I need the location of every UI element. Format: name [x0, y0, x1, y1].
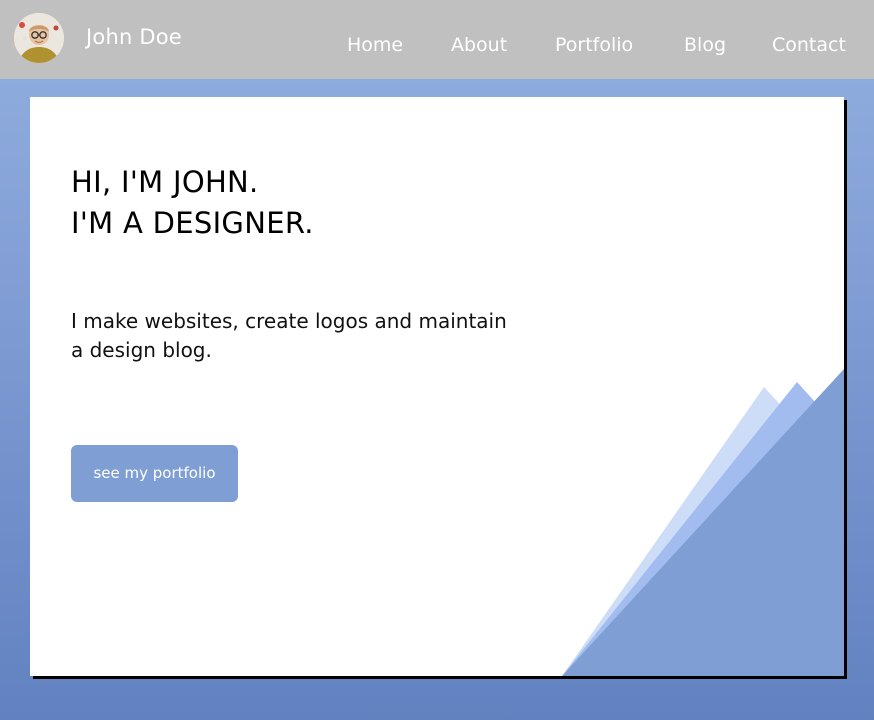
site-owner-name: John Doe: [86, 25, 182, 49]
avatar[interactable]: [14, 13, 64, 63]
avatar-photo-icon: [14, 13, 64, 63]
nav-link-home[interactable]: Home: [347, 34, 403, 60]
hero-headline: HI, I'M JOHN. I'M A DESIGNER.: [71, 162, 314, 244]
nav-link-contact[interactable]: Contact: [772, 34, 846, 60]
nav-link-blog[interactable]: Blog: [684, 34, 726, 60]
nav-link-portfolio[interactable]: Portfolio: [555, 34, 633, 60]
headline-line-2: I'M A DESIGNER.: [71, 206, 314, 240]
see-portfolio-button[interactable]: see my portfolio: [71, 445, 238, 502]
mountain-dark-shape: [562, 369, 844, 676]
top-navigation-bar: John Doe Home About Portfolio Blog Conta…: [0, 0, 874, 79]
headline-line-1: HI, I'M JOHN.: [71, 165, 259, 199]
hero-intro-text: I make websites, create logos and mainta…: [71, 309, 507, 362]
hero-card: HI, I'M JOHN. I'M A DESIGNER. I make web…: [30, 97, 844, 676]
nav-link-about[interactable]: About: [451, 34, 507, 60]
